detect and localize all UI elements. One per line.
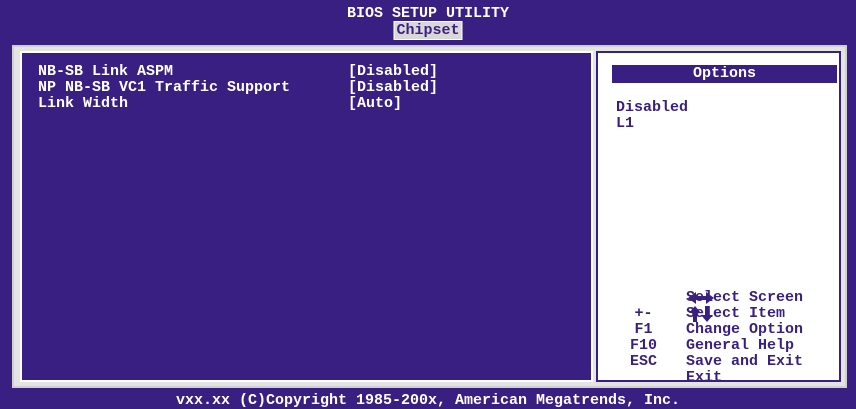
setting-value[interactable]: [Disabled]: [348, 80, 438, 96]
tab-chipset[interactable]: Chipset: [393, 21, 463, 40]
help-desc: Save and Exit: [686, 353, 804, 370]
help-desc: Exit: [686, 369, 723, 386]
setting-np-nb-sb-vc1-traffic-support[interactable]: NP NB-SB VC1 Traffic Support [Disabled]: [38, 80, 578, 96]
help-key: ESC: [629, 353, 657, 370]
help-save-and-exit: F10 Save and Exit: [616, 322, 836, 370]
options-pane: Options Disabled L1 Select Screen Select…: [596, 51, 841, 386]
setting-value[interactable]: [Disabled]: [348, 64, 438, 80]
settings-pane: NB-SB Link ASPM [Disabled] NP NB-SB VC1 …: [20, 51, 593, 382]
options-title: Options: [612, 65, 837, 83]
bios-screen: BIOS SETUP UTILITY Chipset NB-SB Link AS…: [0, 0, 856, 409]
setting-link-width[interactable]: Link Width [Auto]: [38, 96, 578, 112]
setting-label: NP NB-SB VC1 Traffic Support: [38, 79, 291, 96]
help-select-screen: Select Screen: [616, 258, 836, 306]
title-bar: BIOS SETUP UTILITY Chipset: [0, 0, 856, 42]
page-title: BIOS SETUP UTILITY: [346, 5, 510, 22]
setting-label: NB-SB Link ASPM: [38, 63, 174, 80]
option-l1[interactable]: L1: [616, 116, 634, 132]
option-disabled[interactable]: Disabled: [616, 100, 688, 116]
help-change-option: +- Change Option: [616, 290, 836, 338]
help-select-item: Select Item: [616, 274, 836, 322]
help-exit: ESC Exit: [616, 338, 836, 386]
copyright-footer: vxx.xx (C)Copyright 1985-200x, American …: [175, 392, 681, 409]
setting-nb-sb-link-aspm[interactable]: NB-SB Link ASPM [Disabled]: [38, 64, 578, 80]
setting-label: Link Width: [38, 95, 129, 112]
setting-value[interactable]: [Auto]: [348, 96, 402, 112]
help-general-help: F1 General Help: [616, 306, 836, 354]
